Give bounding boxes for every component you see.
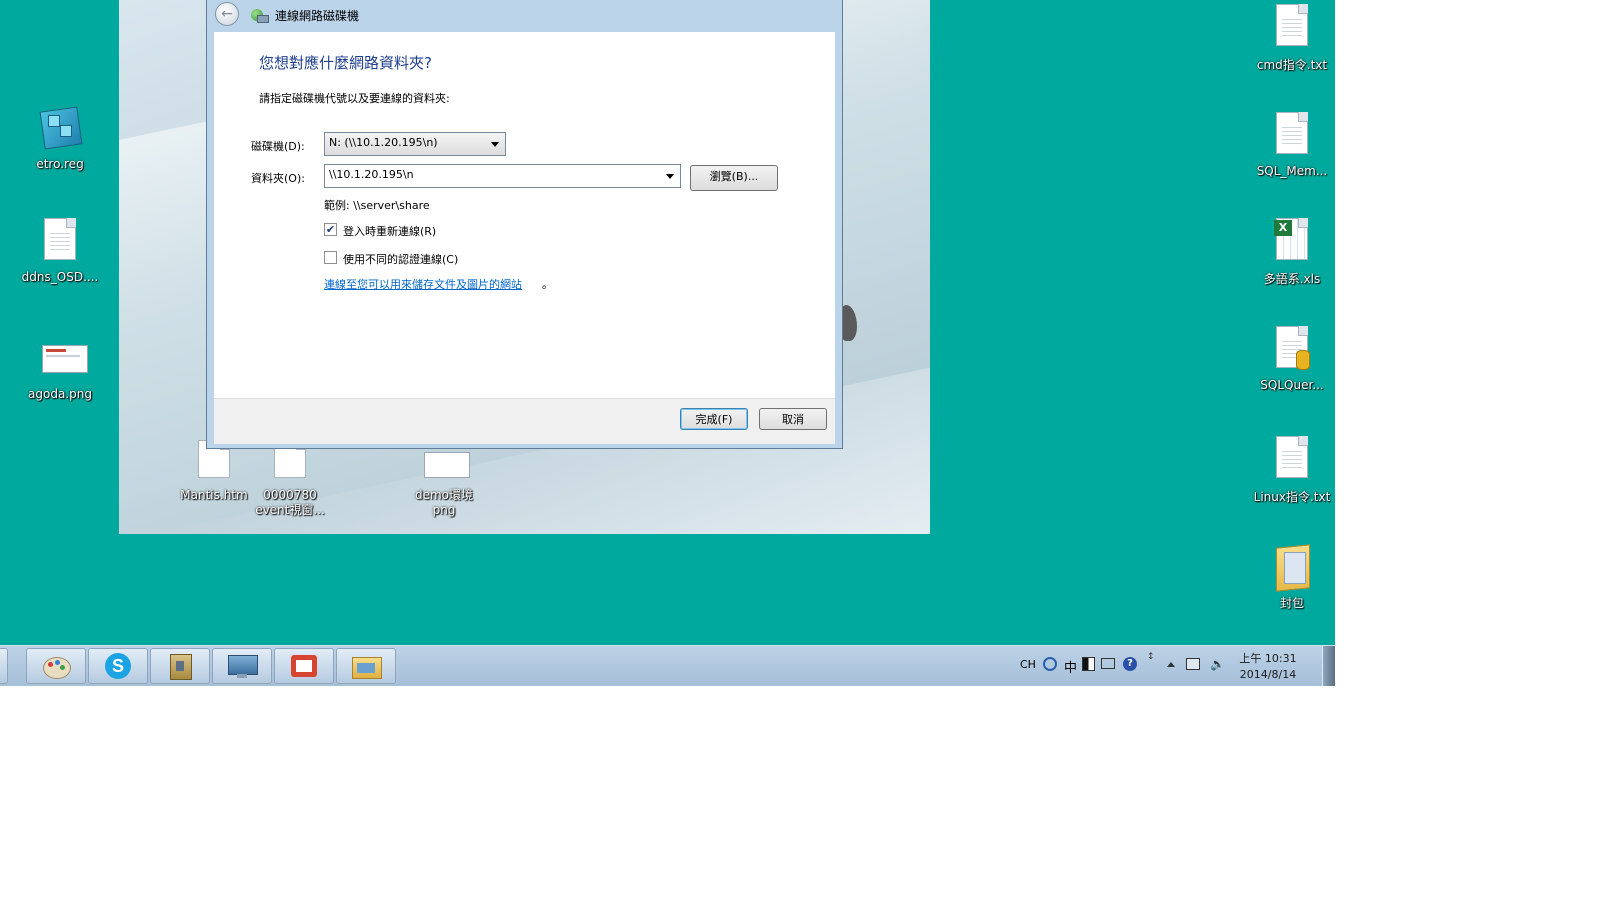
taskbar-app-archive[interactable] [150,648,210,684]
desktop-icon-label: SQLQuer... [1260,378,1324,392]
registry-file-icon [39,105,83,151]
clock-time: 上午 10:31 [1239,652,1297,665]
desktop-icon-label: 0000780 event視窗... [255,488,325,517]
keyboard-icon[interactable] [1101,658,1115,669]
desktop-icon-label: cmd指令.txt [1256,58,1328,72]
help-icon[interactable]: ? [1123,657,1137,671]
desktop-icon-label: demo環境 png [414,488,474,517]
desktop-icon-linux-txt[interactable]: Linux指令.txt [1252,436,1332,505]
skype-icon: S [103,653,133,679]
network-drive-icon [251,7,269,23]
paint-icon [41,653,71,679]
back-arrow-icon[interactable]: ← [215,2,239,26]
desktop-icon-label: ddns_OSD.... [21,270,99,284]
dialog-footer: 完成(F) 取消 [214,398,835,444]
file-explorer-icon [351,653,382,679]
desktop-icon-label: Linux指令.txt [1253,490,1331,504]
show-desktop-button[interactable] [1322,646,1335,686]
desktop-icon-label: SQL_Mem... [1256,164,1328,178]
excel-file-icon: X [1272,218,1312,264]
taskbar-app-skype[interactable]: S [88,648,148,684]
folder-path-input[interactable]: \\10.1.20.195\n [324,164,681,188]
dialog-title: 連線網路磁碟機 [275,9,360,23]
desktop-icon-label: agoda.png [28,387,92,401]
dialog-content: 您想對應什麼網路資料夾? 請指定磁碟機代號以及要連線的資料夾: 磁碟機(D): … [214,32,835,398]
desktop-icon-etro-reg[interactable]: etro.reg [20,105,100,171]
archive-icon [165,653,195,680]
taskbar-app-remote-desktop[interactable] [212,648,272,684]
different-credentials-label[interactable]: 使用不同的認證連線(C) [343,251,458,267]
ime-options-icon[interactable]: ↕ [1147,652,1155,674]
example-path-text: 範例: \\server\share [324,199,430,212]
taskbar: S CH 中 ? ↕ 🔈 上午 10:31 2014/8/14 [0,645,1335,686]
browse-button[interactable]: 瀏覽(B)... [690,165,778,191]
dialog-heading: 您想對應什麼網路資料夾? [259,54,432,72]
desktop-icon-agoda-png[interactable]: agoda.png [20,335,100,401]
remote-desktop-icon [227,653,258,679]
fullwidth-toggle-icon[interactable] [1082,657,1095,671]
different-credentials-checkbox[interactable] [324,251,337,264]
dialog-title-bar: ← 連線網路磁碟機 [207,0,842,32]
taskbar-app-office[interactable] [274,648,334,684]
finish-button[interactable]: 完成(F) [680,408,748,430]
text-file-icon [40,218,80,264]
link-suffix: 。 [542,278,553,291]
map-network-drive-dialog: ← 連線網路磁碟機 您想對應什麼網路資料夾? 請指定磁碟機代號以及要連線的資料夾… [206,0,843,449]
ime-mode-indicator[interactable]: 中 [1064,657,1077,676]
desktop-icon-sqlquery[interactable]: SQLQuer... [1252,326,1332,392]
ime-icon[interactable] [1043,657,1057,671]
drive-label: 磁碟機(D): [251,140,305,153]
taskbar-app-partial[interactable] [0,648,8,684]
desktop-icon-0000780-event[interactable]: 0000780 event視窗... [250,440,330,518]
desktop-icon-sql-mem[interactable]: SQL_Mem... [1252,112,1332,178]
text-file-icon [1272,112,1312,158]
desktop-icon-mantis-htm[interactable]: Mantis.htm [174,440,254,502]
desktop-icon-label: 多語系.xls [1263,272,1321,286]
taskbar-app-file-explorer[interactable] [336,648,396,684]
desktop-icon-ddns-osd[interactable]: ddns_OSD.... [20,218,100,284]
drive-letter-select[interactable]: N: (\\10.1.20.195\n) [324,132,506,156]
desktop-icon-cmd-txt[interactable]: cmd指令.txt [1252,4,1332,73]
sql-file-icon [1272,326,1312,372]
folder-icon [1272,542,1312,592]
cancel-button[interactable]: 取消 [759,408,827,430]
connect-website-link[interactable]: 連線至您可以用來儲存文件及圖片的網站 [324,276,522,292]
taskbar-app-paint[interactable] [26,648,86,684]
folder-path-value: \\10.1.20.195\n [329,168,414,181]
reconnect-label[interactable]: 登入時重新連線(R) [343,223,436,239]
desktop-icon-label: 封包 [1279,596,1304,610]
show-hidden-icons-chevron-up-icon[interactable] [1167,662,1175,667]
chevron-down-icon[interactable] [666,174,674,179]
chevron-down-icon [491,142,499,147]
office-app-icon [289,653,319,679]
desktop-icon-label: Mantis.htm [180,488,248,502]
desktop-icon-label: etro.reg [36,157,84,171]
image-file-icon [40,335,88,381]
dialog-instruction: 請指定磁碟機代號以及要連線的資料夾: [259,92,450,105]
volume-icon[interactable]: 🔈 [1210,657,1225,671]
reconnect-checkbox[interactable]: ✔ [324,223,337,236]
desktop-icon-multilang-xls[interactable]: X 多語系.xls [1252,218,1332,287]
drive-letter-value: N: (\\10.1.20.195\n) [329,136,438,149]
text-file-icon [1272,436,1312,482]
text-file-icon [1272,4,1312,50]
clock-date: 2014/8/14 [1239,668,1297,681]
folder-label: 資料夾(O): [251,172,305,185]
desktop-icon-demo-png[interactable]: demo環境 png [404,440,484,518]
desktop-icon-packet-folder[interactable]: 封包 [1252,542,1332,611]
network-icon[interactable] [1186,658,1200,670]
input-language-indicator[interactable]: CH [1020,658,1036,671]
